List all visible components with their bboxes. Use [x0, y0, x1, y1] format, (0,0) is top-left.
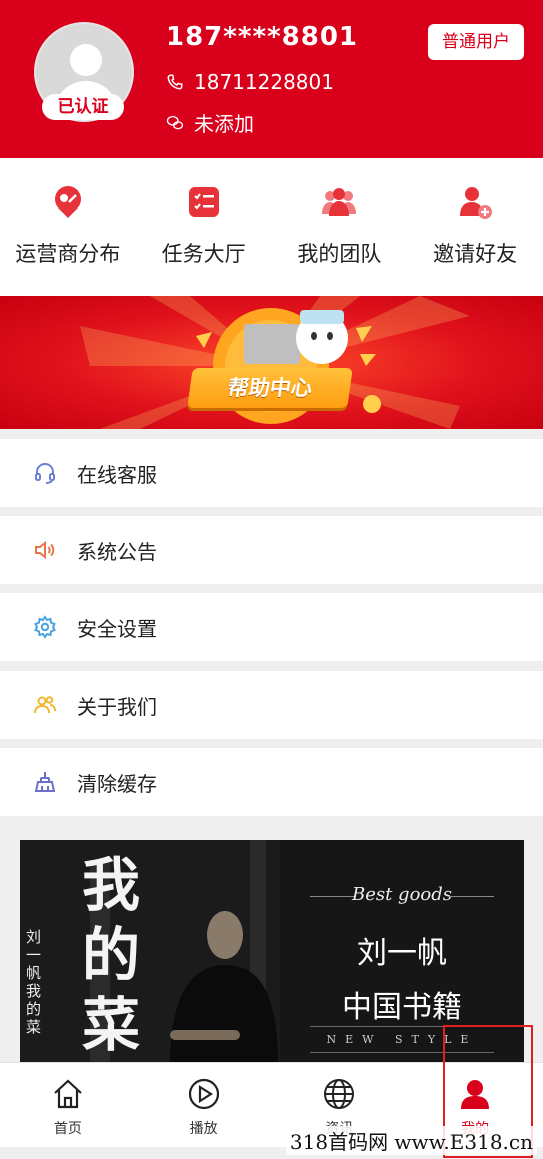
- menu-label: 安全设置: [77, 616, 157, 641]
- ad-side-calligraphy: 刘一帆 我的菜: [26, 928, 42, 1036]
- headset-icon: [35, 463, 55, 484]
- ad-calligraphy-title: 我的菜: [82, 851, 141, 1059]
- tab-play[interactable]: 播放: [136, 1063, 272, 1147]
- menu-about-us[interactable]: 关于我们: [0, 671, 543, 739]
- book-ad-banner[interactable]: 我的菜 刘一帆 我的菜 Best goods 刘一帆 中国书籍 NEW STYL…: [20, 840, 524, 1065]
- tab-home[interactable]: 首页: [0, 1063, 136, 1147]
- wechat-icon: [166, 115, 184, 129]
- help-center-button[interactable]: 帮助中心: [187, 368, 353, 408]
- task-list-icon: [188, 187, 219, 217]
- quick-actions: 运营商分布 任务大厅 我的团队 邀请好友: [0, 158, 543, 296]
- user-icon: [461, 1080, 490, 1109]
- location-pin-icon: [54, 186, 81, 218]
- site-watermark: 318首码网 www.E318.cn: [285, 1126, 537, 1155]
- gear-icon: [34, 615, 56, 639]
- quick-action-label: 运营商分布: [15, 242, 121, 266]
- quick-action-label: 我的团队: [297, 242, 382, 266]
- help-center-banner[interactable]: [0, 296, 543, 429]
- quick-action-label: 邀请好友: [433, 242, 518, 266]
- quick-action-label: 任务大厅: [161, 242, 246, 266]
- verified-badge: 已认证: [42, 94, 124, 120]
- people-icon: [34, 696, 56, 714]
- add-user-icon: [460, 187, 493, 219]
- ad-divider: [448, 896, 494, 897]
- play-icon: [188, 1078, 219, 1110]
- globe-icon: [324, 1079, 355, 1109]
- phone-number: 18711228801: [194, 70, 334, 94]
- menu-system-notice[interactable]: 系统公告: [0, 516, 543, 584]
- ad-best-goods: Best goods: [351, 884, 453, 905]
- menu-clear-cache[interactable]: 清除缓存: [0, 748, 543, 816]
- ad-text-panel: Best goods 刘一帆 中国书籍 NEW STYLE: [280, 840, 524, 1065]
- banner-decoration: [80, 296, 470, 429]
- ad-rule: [310, 1026, 494, 1027]
- ad-rule: [310, 1052, 494, 1053]
- broom-icon: [34, 772, 56, 792]
- profile-header: 已认证 187****8801 18711228801 未添加 普通用户: [0, 0, 543, 158]
- ad-style-text: NEW STYLE: [326, 1033, 478, 1046]
- tab-label: 播放: [189, 1121, 218, 1137]
- home-icon: [54, 1079, 82, 1109]
- menu-online-service[interactable]: 在线客服: [0, 439, 543, 507]
- quick-action-invite-friends[interactable]: 邀请好友: [407, 158, 543, 296]
- ad-book-title: 中国书籍: [342, 990, 462, 1025]
- avatar[interactable]: 已认证: [34, 22, 134, 122]
- ad-author-name: 刘一帆: [357, 936, 447, 971]
- tab-label: 首页: [53, 1121, 82, 1137]
- menu-label: 系统公告: [77, 539, 157, 564]
- quick-action-operator-distribution[interactable]: 运营商分布: [0, 158, 136, 296]
- team-icon: [322, 188, 357, 216]
- quick-action-task-hall[interactable]: 任务大厅: [136, 158, 272, 296]
- phone-row: 18711228801: [166, 70, 334, 94]
- phone-icon: [167, 74, 183, 90]
- quick-action-my-team[interactable]: 我的团队: [272, 158, 408, 296]
- menu-security-settings[interactable]: 安全设置: [0, 593, 543, 661]
- menu-label: 清除缓存: [77, 771, 157, 796]
- wechat-status: 未添加: [194, 112, 254, 136]
- speaker-icon: [35, 540, 55, 560]
- wechat-row: 未添加: [166, 108, 254, 137]
- menu-label: 在线客服: [77, 462, 157, 487]
- user-type-button[interactable]: 普通用户: [428, 24, 524, 60]
- menu-label: 关于我们: [77, 694, 157, 719]
- masked-phone: 187****8801: [166, 22, 359, 52]
